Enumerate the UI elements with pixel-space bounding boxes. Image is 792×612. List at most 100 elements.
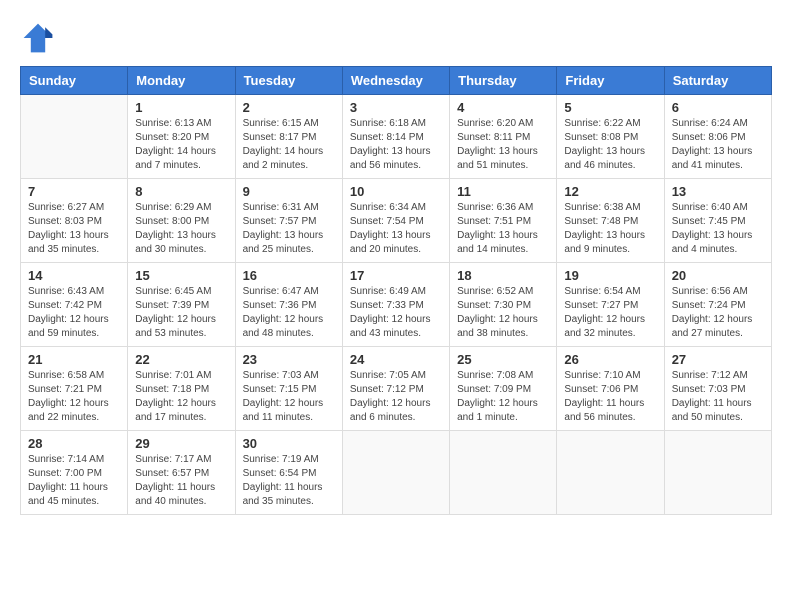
calendar-day-cell: 4 Sunrise: 6:20 AMSunset: 8:11 PMDaylight…	[450, 95, 557, 179]
day-info: Sunrise: 7:01 AMSunset: 7:18 PMDaylight:…	[135, 369, 227, 425]
day-info: Sunrise: 6:15 AMSunset: 8:17 PMDaylight:…	[243, 117, 335, 173]
day-number: 21	[28, 352, 120, 367]
calendar-day-cell	[21, 95, 128, 179]
day-number: 18	[457, 268, 549, 283]
calendar-day-cell: 19 Sunrise: 6:54 AMSunset: 7:27 PMDayligh…	[557, 263, 664, 347]
day-number: 25	[457, 352, 549, 367]
day-info: Sunrise: 6:31 AMSunset: 7:57 PMDaylight:…	[243, 201, 335, 257]
day-info: Sunrise: 6:47 AMSunset: 7:36 PMDaylight:…	[243, 285, 335, 341]
day-info: Sunrise: 6:52 AMSunset: 7:30 PMDaylight:…	[457, 285, 549, 341]
weekday-header: Saturday	[664, 67, 771, 95]
day-number: 12	[564, 184, 656, 199]
day-info: Sunrise: 7:12 AMSunset: 7:03 PMDaylight:…	[672, 369, 764, 425]
weekday-header: Wednesday	[342, 67, 449, 95]
day-number: 15	[135, 268, 227, 283]
day-info: Sunrise: 6:27 AMSunset: 8:03 PMDaylight:…	[28, 201, 120, 257]
day-number: 29	[135, 436, 227, 451]
day-number: 7	[28, 184, 120, 199]
logo	[20, 20, 60, 56]
day-number: 26	[564, 352, 656, 367]
day-number: 1	[135, 100, 227, 115]
calendar-day-cell: 21 Sunrise: 6:58 AMSunset: 7:21 PMDayligh…	[21, 347, 128, 431]
day-number: 19	[564, 268, 656, 283]
day-info: Sunrise: 6:38 AMSunset: 7:48 PMDaylight:…	[564, 201, 656, 257]
day-info: Sunrise: 7:17 AMSunset: 6:57 PMDaylight:…	[135, 453, 227, 509]
calendar-week-row: 1 Sunrise: 6:13 AMSunset: 8:20 PMDaylight…	[21, 95, 772, 179]
day-number: 24	[350, 352, 442, 367]
day-info: Sunrise: 6:56 AMSunset: 7:24 PMDaylight:…	[672, 285, 764, 341]
day-number: 11	[457, 184, 549, 199]
day-info: Sunrise: 6:40 AMSunset: 7:45 PMDaylight:…	[672, 201, 764, 257]
calendar-day-cell: 24 Sunrise: 7:05 AMSunset: 7:12 PMDayligh…	[342, 347, 449, 431]
logo-icon	[20, 20, 56, 56]
calendar-day-cell	[450, 431, 557, 515]
day-number: 23	[243, 352, 335, 367]
day-info: Sunrise: 6:18 AMSunset: 8:14 PMDaylight:…	[350, 117, 442, 173]
calendar-day-cell: 23Sunrise: 7:03 AMSunset: 7:15 PMDayligh…	[235, 347, 342, 431]
calendar-day-cell: 8 Sunrise: 6:29 AMSunset: 8:00 PMDaylight…	[128, 179, 235, 263]
calendar-week-row: 7 Sunrise: 6:27 AMSunset: 8:03 PMDaylight…	[21, 179, 772, 263]
day-info: Sunrise: 6:58 AMSunset: 7:21 PMDaylight:…	[28, 369, 120, 425]
calendar-day-cell: 7 Sunrise: 6:27 AMSunset: 8:03 PMDaylight…	[21, 179, 128, 263]
day-number: 30	[243, 436, 335, 451]
calendar-day-cell: 11 Sunrise: 6:36 AMSunset: 7:51 PMDayligh…	[450, 179, 557, 263]
day-info: Sunrise: 6:49 AMSunset: 7:33 PMDaylight:…	[350, 285, 442, 341]
weekday-header: Sunday	[21, 67, 128, 95]
calendar-day-cell: 9 Sunrise: 6:31 AMSunset: 7:57 PMDaylight…	[235, 179, 342, 263]
day-number: 17	[350, 268, 442, 283]
calendar-day-cell: 26Sunrise: 7:10 AMSunset: 7:06 PMDayligh…	[557, 347, 664, 431]
day-info: Sunrise: 6:29 AMSunset: 8:00 PMDaylight:…	[135, 201, 227, 257]
day-info: Sunrise: 6:45 AMSunset: 7:39 PMDaylight:…	[135, 285, 227, 341]
weekday-header-row: SundayMondayTuesdayWednesdayThursdayFrid…	[21, 67, 772, 95]
day-info: Sunrise: 6:34 AMSunset: 7:54 PMDaylight:…	[350, 201, 442, 257]
calendar-day-cell: 28 Sunrise: 7:14 AMSunset: 7:00 PMDayligh…	[21, 431, 128, 515]
day-number: 3	[350, 100, 442, 115]
day-info: Sunrise: 6:43 AMSunset: 7:42 PMDaylight:…	[28, 285, 120, 341]
day-number: 22	[135, 352, 227, 367]
calendar-day-cell: 27Sunrise: 7:12 AMSunset: 7:03 PMDayligh…	[664, 347, 771, 431]
day-number: 2	[243, 100, 335, 115]
calendar-day-cell: 10Sunrise: 6:34 AMSunset: 7:54 PMDayligh…	[342, 179, 449, 263]
calendar-day-cell	[664, 431, 771, 515]
day-number: 4	[457, 100, 549, 115]
weekday-header: Friday	[557, 67, 664, 95]
calendar-day-cell: 16 Sunrise: 6:47 AMSunset: 7:36 PMDayligh…	[235, 263, 342, 347]
day-info: Sunrise: 6:22 AMSunset: 8:08 PMDaylight:…	[564, 117, 656, 173]
calendar-week-row: 28 Sunrise: 7:14 AMSunset: 7:00 PMDayligh…	[21, 431, 772, 515]
calendar-day-cell: 17 Sunrise: 6:49 AMSunset: 7:33 PMDayligh…	[342, 263, 449, 347]
calendar-day-cell: 12 Sunrise: 6:38 AMSunset: 7:48 PMDayligh…	[557, 179, 664, 263]
calendar-day-cell: 20 Sunrise: 6:56 AMSunset: 7:24 PMDayligh…	[664, 263, 771, 347]
day-number: 6	[672, 100, 764, 115]
day-info: Sunrise: 7:14 AMSunset: 7:00 PMDaylight:…	[28, 453, 120, 509]
day-info: Sunrise: 6:54 AMSunset: 7:27 PMDaylight:…	[564, 285, 656, 341]
day-number: 28	[28, 436, 120, 451]
calendar-day-cell: 5 Sunrise: 6:22 AMSunset: 8:08 PMDaylight…	[557, 95, 664, 179]
calendar-day-cell: 18 Sunrise: 6:52 AMSunset: 7:30 PMDayligh…	[450, 263, 557, 347]
day-info: Sunrise: 7:19 AMSunset: 6:54 PMDaylight:…	[243, 453, 335, 509]
calendar-table: SundayMondayTuesdayWednesdayThursdayFrid…	[20, 66, 772, 515]
day-info: Sunrise: 7:05 AMSunset: 7:12 PMDaylight:…	[350, 369, 442, 425]
day-number: 16	[243, 268, 335, 283]
calendar-week-row: 14 Sunrise: 6:43 AMSunset: 7:42 PMDayligh…	[21, 263, 772, 347]
weekday-header: Tuesday	[235, 67, 342, 95]
day-number: 14	[28, 268, 120, 283]
day-info: Sunrise: 6:36 AMSunset: 7:51 PMDaylight:…	[457, 201, 549, 257]
day-info: Sunrise: 6:24 AMSunset: 8:06 PMDaylight:…	[672, 117, 764, 173]
calendar-day-cell: 22 Sunrise: 7:01 AMSunset: 7:18 PMDayligh…	[128, 347, 235, 431]
calendar-day-cell: 2 Sunrise: 6:15 AMSunset: 8:17 PMDaylight…	[235, 95, 342, 179]
weekday-header: Monday	[128, 67, 235, 95]
page-header	[20, 20, 772, 56]
calendar-day-cell: 29 Sunrise: 7:17 AMSunset: 6:57 PMDayligh…	[128, 431, 235, 515]
calendar-day-cell: 14 Sunrise: 6:43 AMSunset: 7:42 PMDayligh…	[21, 263, 128, 347]
calendar-day-cell: 6 Sunrise: 6:24 AMSunset: 8:06 PMDaylight…	[664, 95, 771, 179]
day-info: Sunrise: 6:20 AMSunset: 8:11 PMDaylight:…	[457, 117, 549, 173]
day-number: 13	[672, 184, 764, 199]
day-info: Sunrise: 7:08 AMSunset: 7:09 PMDaylight:…	[457, 369, 549, 425]
day-number: 8	[135, 184, 227, 199]
calendar-day-cell: 15 Sunrise: 6:45 AMSunset: 7:39 PMDayligh…	[128, 263, 235, 347]
day-number: 9	[243, 184, 335, 199]
calendar-day-cell	[342, 431, 449, 515]
day-number: 5	[564, 100, 656, 115]
day-info: Sunrise: 6:13 AMSunset: 8:20 PMDaylight:…	[135, 117, 227, 173]
day-number: 20	[672, 268, 764, 283]
